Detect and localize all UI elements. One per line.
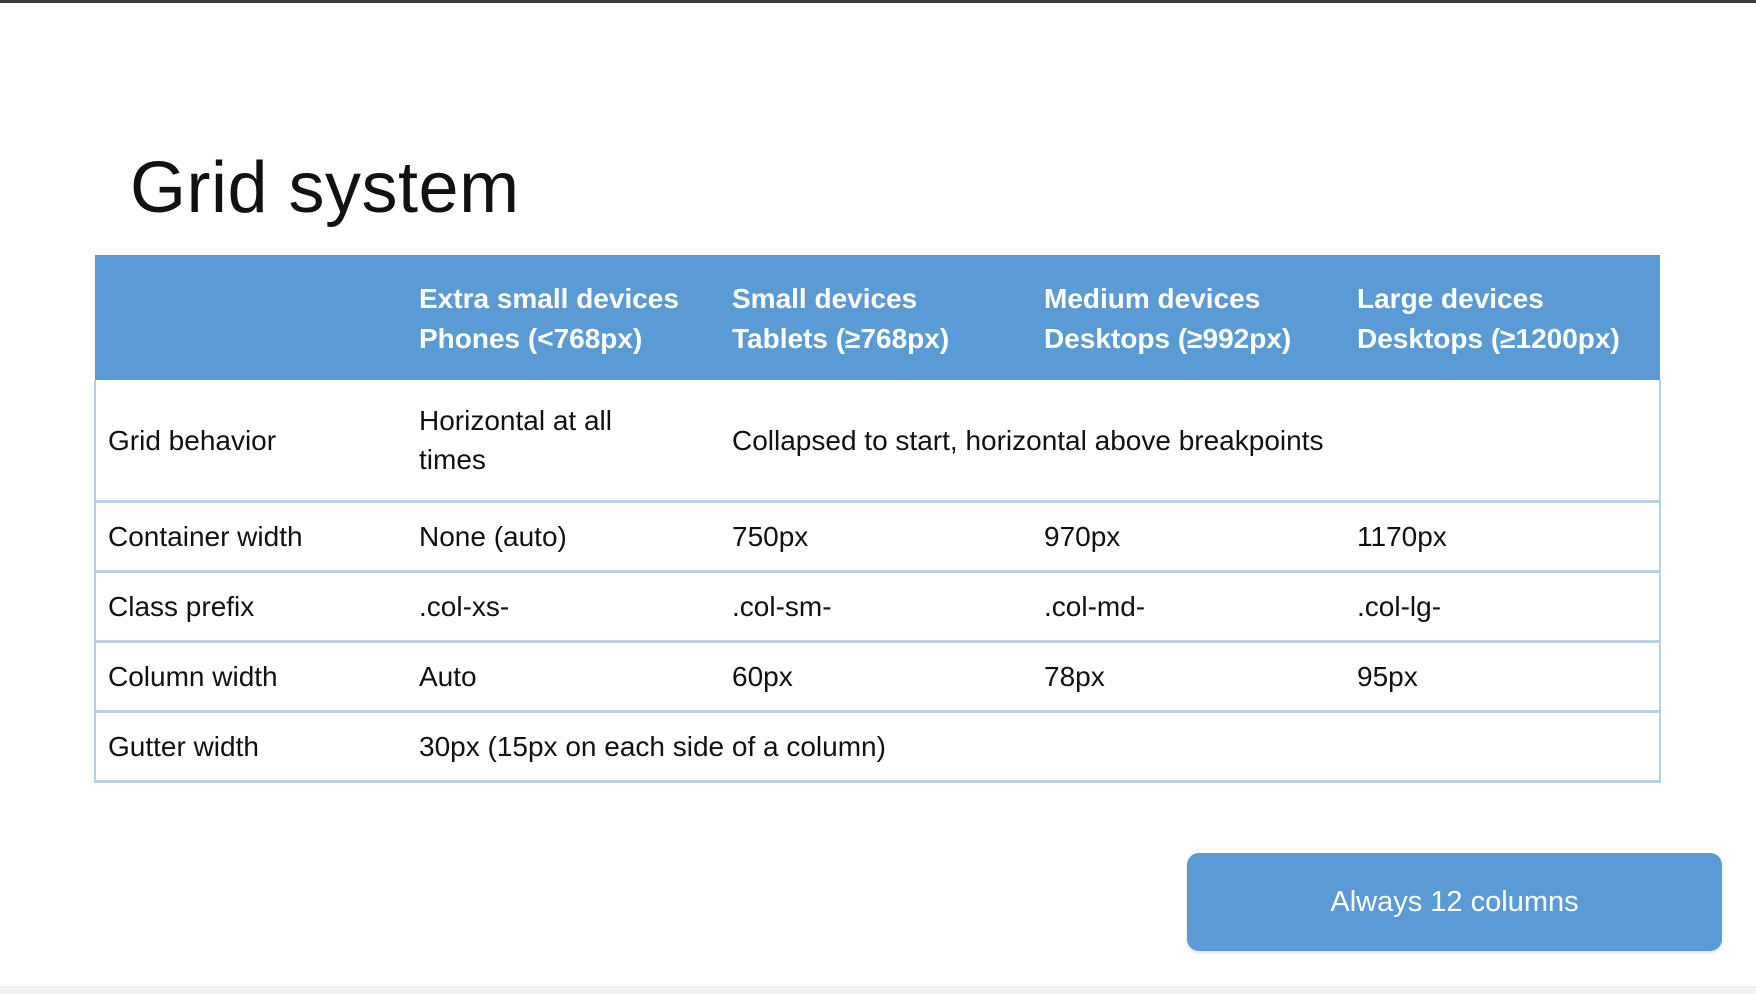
- header-sm-device: Small devices: [732, 282, 918, 314]
- header-row: Extra small devices Phones (<768px) Smal…: [95, 255, 1660, 380]
- cell-column-width-lg: 95px: [1345, 641, 1661, 713]
- row-label: Grid behavior: [94, 380, 407, 503]
- row-label: Column width: [94, 641, 407, 713]
- cell-grid-behavior-xs: Horizontal at all times: [407, 380, 720, 503]
- always-12-columns-callout: Always 12 columns: [1187, 853, 1722, 951]
- cell-class-prefix-md: .col-md-: [1032, 571, 1345, 643]
- table-row-column-width: Column width Auto 60px 78px 95px: [94, 641, 1661, 713]
- cell-class-prefix-sm: .col-sm-: [720, 571, 1032, 643]
- cell-column-width-sm: 60px: [720, 641, 1032, 713]
- header-lg-breakpoint: Desktops (≥1200px): [1357, 322, 1620, 354]
- header-cell-sm: Small devices Tablets (≥768px): [720, 255, 1032, 380]
- slide: Grid system Extra small devices Phones (…: [0, 0, 1756, 994]
- cell-column-width-xs: Auto: [407, 641, 720, 713]
- bottom-band: [0, 986, 1756, 994]
- header-cell-empty: [95, 255, 407, 380]
- header-cell-xs: Extra small devices Phones (<768px): [407, 255, 720, 380]
- table-row-class-prefix: Class prefix .col-xs- .col-sm- .col-md- …: [94, 571, 1661, 643]
- cell-grid-behavior-rest: Collapsed to start, horizontal above bre…: [720, 380, 1661, 503]
- cell-class-prefix-lg: .col-lg-: [1345, 571, 1661, 643]
- table-body: Grid behavior Horizontal at all times Co…: [94, 380, 1661, 783]
- cell-gutter-width-value: 30px (15px on each side of a column): [407, 711, 1661, 783]
- header-xs-breakpoint: Phones (<768px): [419, 322, 643, 354]
- header-cell-lg: Large devices Desktops (≥1200px): [1345, 255, 1660, 380]
- cell-container-width-md: 970px: [1032, 501, 1345, 573]
- slide-title: Grid system: [130, 148, 520, 229]
- header-md-device: Medium devices: [1044, 282, 1261, 314]
- table-row-gutter-width: Gutter width 30px (15px on each side of …: [94, 711, 1661, 783]
- row-label: Container width: [94, 501, 407, 573]
- table-row-grid-behavior: Grid behavior Horizontal at all times Co…: [94, 380, 1661, 503]
- header-md-breakpoint: Desktops (≥992px): [1044, 322, 1292, 354]
- callout-text: Always 12 columns: [1330, 885, 1579, 918]
- header-sm-breakpoint: Tablets (≥768px): [732, 322, 950, 354]
- cell-container-width-xs: None (auto): [407, 501, 720, 573]
- cell-class-prefix-xs: .col-xs-: [407, 571, 720, 643]
- cell-container-width-lg: 1170px: [1345, 501, 1661, 573]
- header-lg-device: Large devices: [1357, 282, 1544, 314]
- row-label: Gutter width: [94, 711, 407, 783]
- table-row-container-width: Container width None (auto) 750px 970px …: [94, 501, 1661, 573]
- row-label: Class prefix: [94, 571, 407, 643]
- header-cell-md: Medium devices Desktops (≥992px): [1032, 255, 1345, 380]
- cell-container-width-sm: 750px: [720, 501, 1032, 573]
- header-xs-device: Extra small devices: [419, 282, 679, 314]
- table-header: Extra small devices Phones (<768px) Smal…: [95, 255, 1660, 380]
- grid-comparison-table: Extra small devices Phones (<768px) Smal…: [94, 255, 1661, 783]
- top-divider: [0, 0, 1756, 3]
- cell-column-width-md: 78px: [1032, 641, 1345, 713]
